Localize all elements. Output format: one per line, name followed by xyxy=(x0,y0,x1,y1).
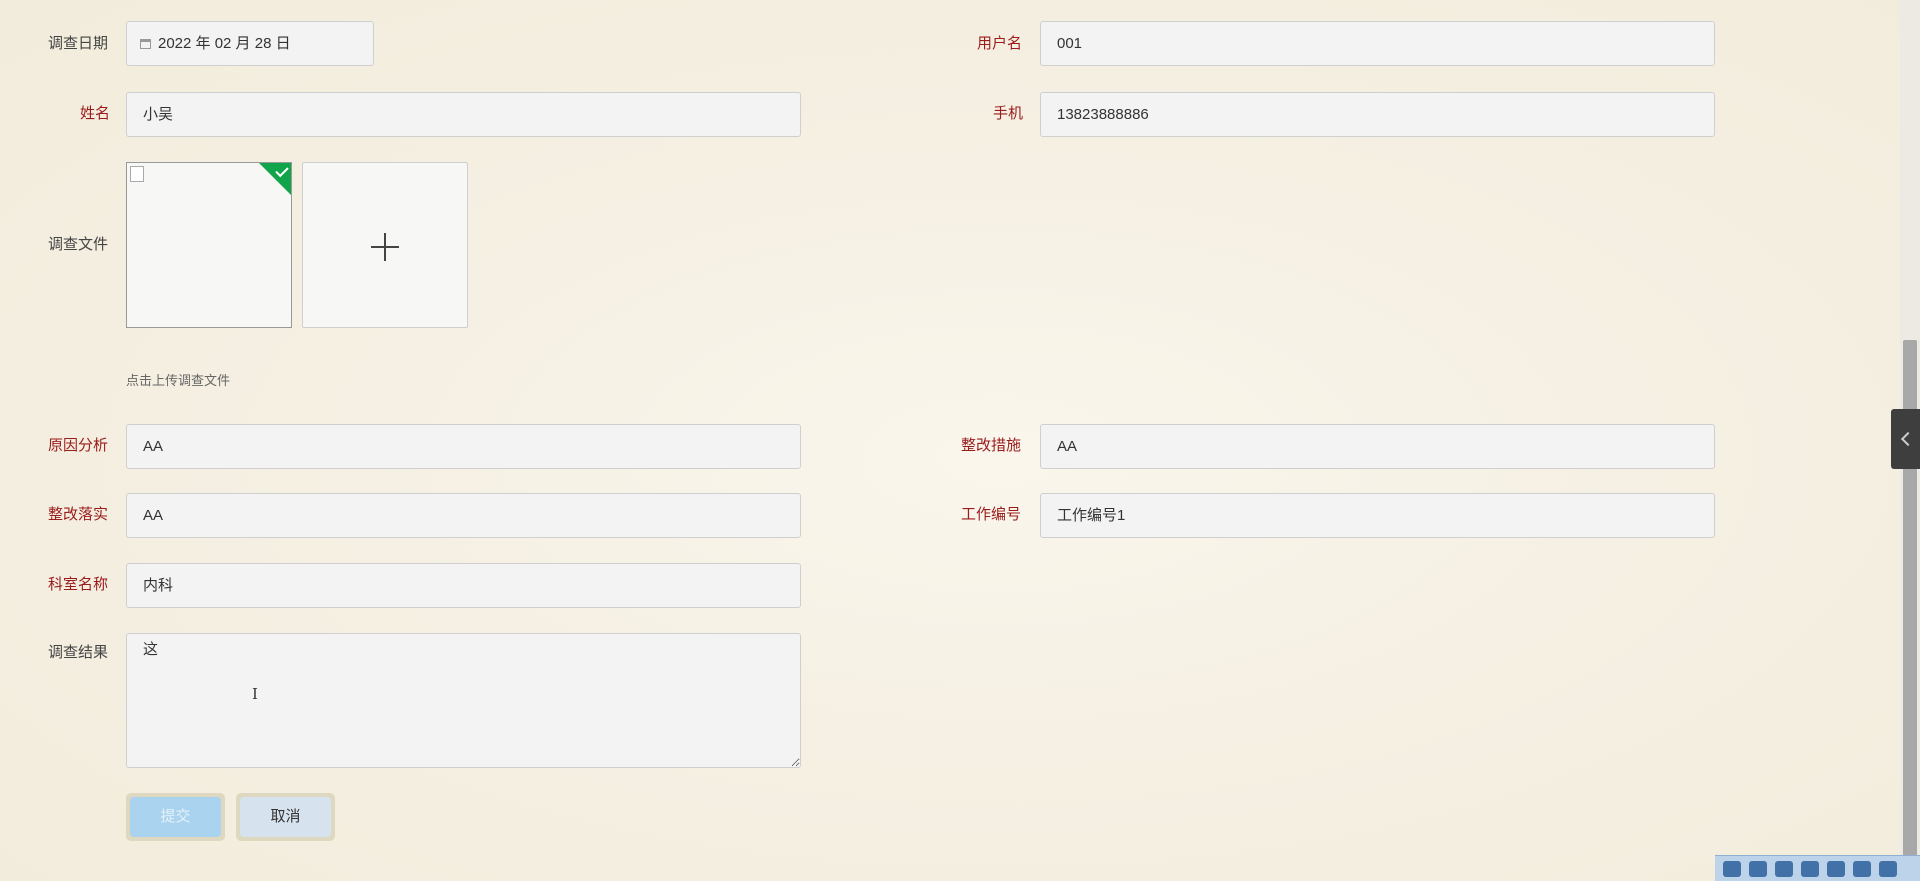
rectification-measures-field[interactable]: AA xyxy=(1040,424,1715,469)
submit-button-wrap: 提交 xyxy=(126,793,225,841)
tray-app-icon[interactable] xyxy=(1879,860,1897,877)
tray-app-icon[interactable] xyxy=(1749,860,1767,877)
cause-analysis-field[interactable]: AA xyxy=(126,424,801,469)
work-number-field[interactable]: 工作编号1 xyxy=(1040,493,1715,538)
cancel-button-wrap: 取消 xyxy=(236,793,335,841)
broken-image-icon xyxy=(130,166,144,182)
side-panel-toggle[interactable] xyxy=(1891,409,1920,469)
tray-app-icon[interactable] xyxy=(1853,860,1871,877)
department-name-label: 科室名称 xyxy=(48,576,109,593)
rectification-measures-label: 整改措施 xyxy=(961,437,1022,454)
text-cursor-icon: I xyxy=(252,685,258,703)
tray-app-icon[interactable] xyxy=(1723,860,1741,877)
add-file-button[interactable] xyxy=(302,162,468,328)
name-label: 姓名 xyxy=(80,105,111,122)
tray-app-icon[interactable] xyxy=(1775,860,1793,877)
survey-result-label: 调查结果 xyxy=(48,644,109,661)
rectification-implementation-field[interactable]: AA xyxy=(126,493,801,538)
cause-analysis-label: 原因分析 xyxy=(48,437,109,454)
system-tray xyxy=(1715,855,1920,881)
username-field[interactable]: 001 xyxy=(1040,21,1715,66)
submit-button[interactable]: 提交 xyxy=(130,797,221,837)
chevron-left-icon xyxy=(1900,431,1916,447)
survey-result-textarea[interactable]: 这 xyxy=(126,633,801,768)
phone-field[interactable]: 13823888886 xyxy=(1040,92,1715,137)
tray-app-icon[interactable] xyxy=(1827,860,1845,877)
work-number-label: 工作编号 xyxy=(961,506,1022,523)
survey-date-value: 2022 年 02 月 28 日 xyxy=(158,35,291,52)
survey-date-field[interactable]: 2022 年 02 月 28 日 xyxy=(126,21,374,66)
name-field[interactable]: 小吴 xyxy=(126,92,801,137)
rectification-implementation-label: 整改落实 xyxy=(48,506,109,523)
tray-app-icon[interactable] xyxy=(1801,860,1819,877)
department-name-field[interactable]: 内科 xyxy=(126,563,801,608)
cancel-button[interactable]: 取消 xyxy=(240,797,331,837)
calendar-icon xyxy=(140,39,151,49)
survey-date-label: 调查日期 xyxy=(48,35,109,52)
username-label: 用户名 xyxy=(977,35,1023,52)
uploaded-file-thumbnail[interactable] xyxy=(126,162,292,328)
survey-file-label: 调查文件 xyxy=(48,236,109,253)
phone-label: 手机 xyxy=(993,105,1024,122)
upload-hint: 点击上传调查文件 xyxy=(126,373,231,388)
